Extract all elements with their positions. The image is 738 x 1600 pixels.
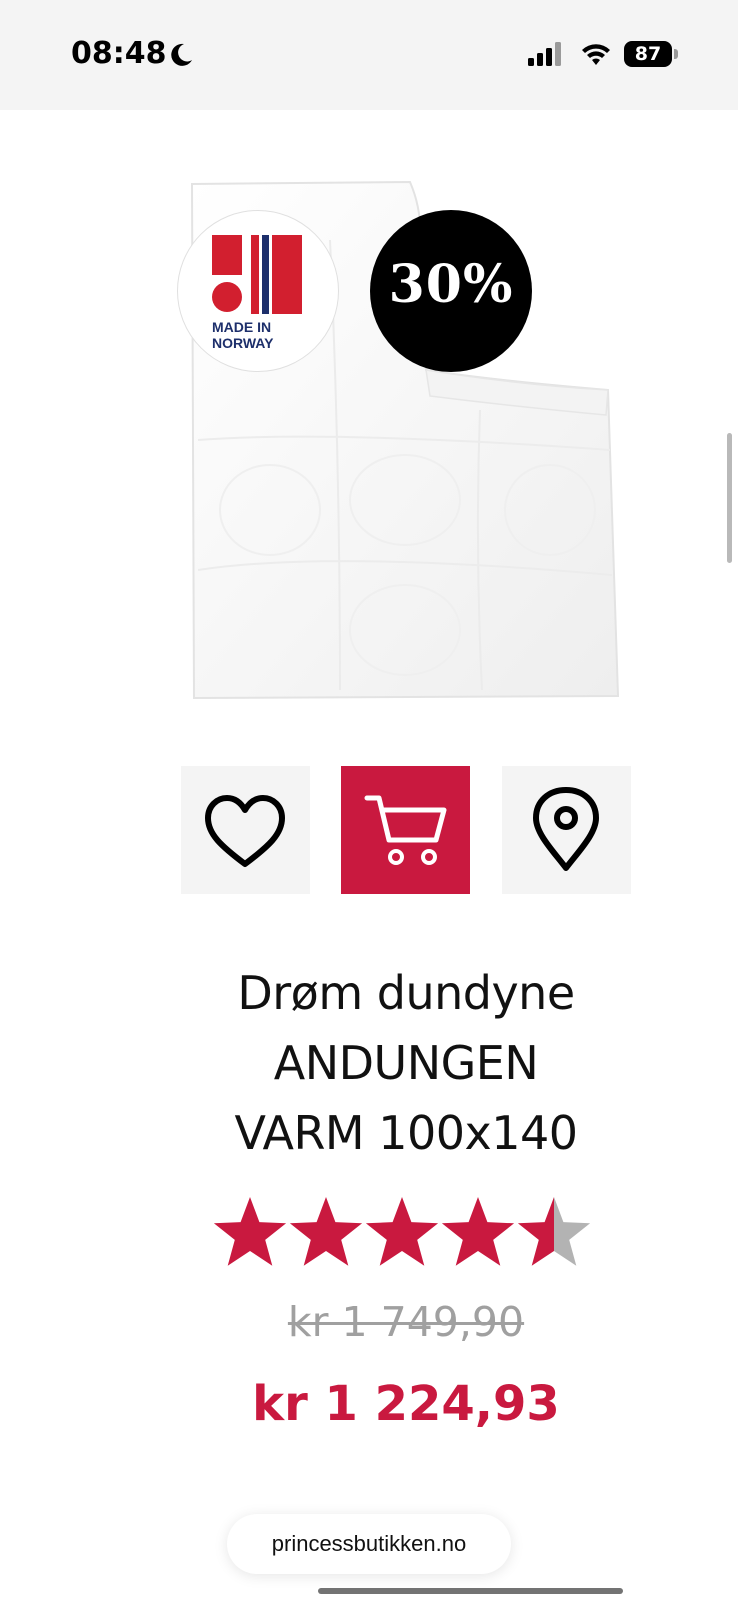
star-icon <box>289 1197 363 1266</box>
made-in-norway-badge: MADE IN NORWAY <box>177 210 339 372</box>
url-bar[interactable]: princessbutikken.no <box>227 1514 511 1574</box>
battery-nub <box>674 49 678 59</box>
made-in-norway-text: MADE IN NORWAY <box>212 319 322 351</box>
discount-text: 30% <box>388 254 514 315</box>
star-icon <box>517 1197 591 1266</box>
norway-label: NORWAY <box>212 335 274 351</box>
signal-icon <box>528 42 561 66</box>
made-in-label: MADE IN <box>212 319 272 335</box>
wifi-icon <box>582 44 610 65</box>
star-icon <box>441 1197 515 1266</box>
home-indicator[interactable] <box>318 1588 623 1594</box>
heart-icon <box>205 795 285 867</box>
rating-stars[interactable] <box>212 1195 602 1273</box>
status-bar: 08:48 87 <box>0 0 738 110</box>
product-title: Drøm dundyne ANDUNGEN VARM 100x140 <box>150 958 662 1168</box>
favorite-button[interactable] <box>181 766 310 894</box>
sale-price: kr 1 224,93 <box>252 1376 560 1432</box>
battery-icon: 87 <box>624 41 672 67</box>
product-title-line3: VARM 100x140 <box>234 1106 578 1160</box>
scroll-indicator[interactable] <box>727 433 732 563</box>
old-price: kr 1 749,90 <box>287 1298 525 1346</box>
product-title-line2: ANDUNGEN <box>273 1036 539 1090</box>
cart-icon <box>364 795 447 865</box>
moon-icon <box>171 43 192 66</box>
discount-badge: 30% <box>370 210 532 372</box>
product-title-line1: Drøm dundyne <box>237 966 575 1020</box>
star-icon <box>365 1197 439 1266</box>
status-time: 08:48 <box>71 36 167 71</box>
find-in-store-button[interactable] <box>502 766 631 894</box>
star-icon <box>213 1197 287 1266</box>
add-to-cart-button[interactable] <box>341 766 470 894</box>
norway-flag-logo <box>212 235 302 314</box>
location-pin-icon <box>533 787 599 871</box>
